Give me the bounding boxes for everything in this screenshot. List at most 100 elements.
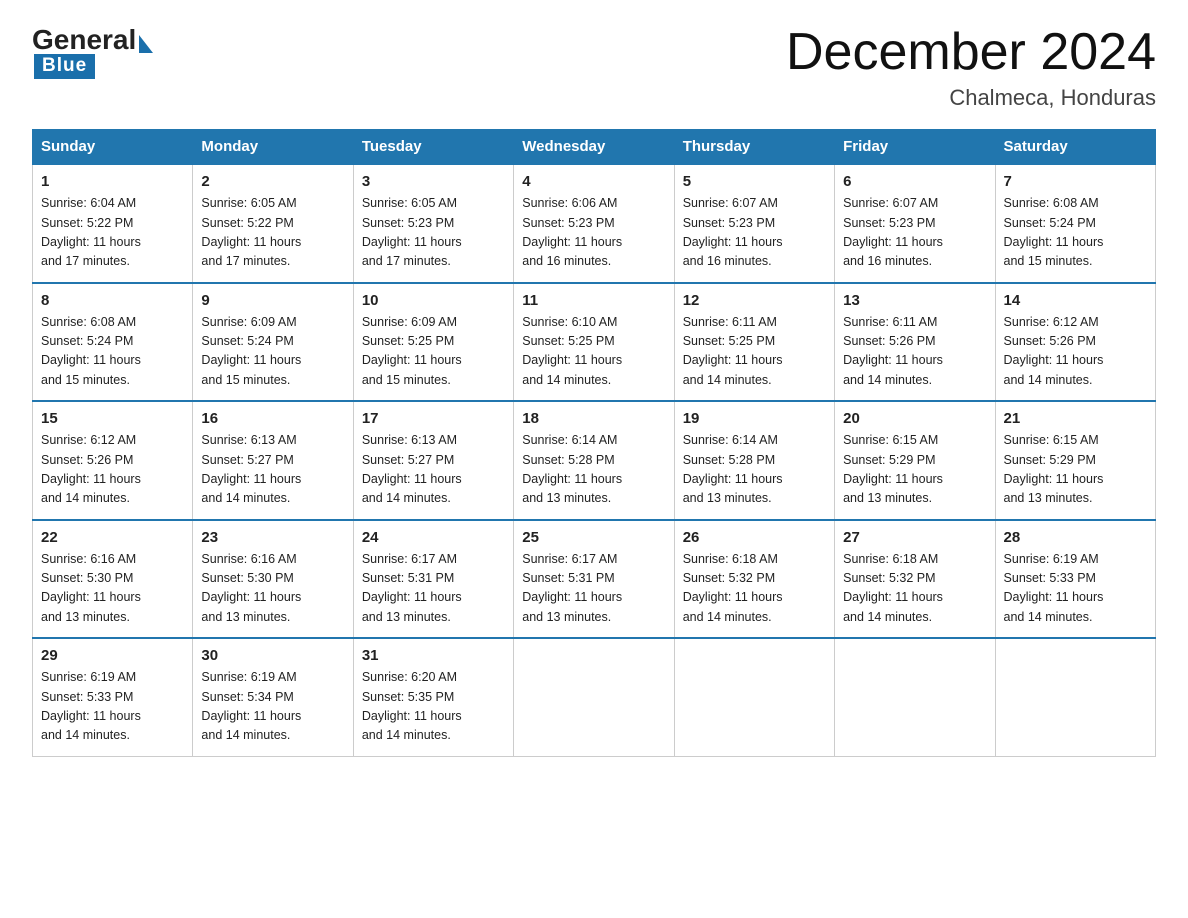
calendar-cell: 6 Sunrise: 6:07 AMSunset: 5:23 PMDaylight…	[835, 164, 995, 283]
calendar-header-row: SundayMondayTuesdayWednesdayThursdayFrid…	[33, 130, 1156, 165]
calendar-cell: 5 Sunrise: 6:07 AMSunset: 5:23 PMDaylight…	[674, 164, 834, 283]
day-number: 13	[843, 292, 986, 309]
day-info: Sunrise: 6:15 AMSunset: 5:29 PMDaylight:…	[1004, 431, 1147, 509]
day-info: Sunrise: 6:17 AMSunset: 5:31 PMDaylight:…	[362, 550, 505, 628]
day-number: 10	[362, 292, 505, 309]
calendar-cell: 10 Sunrise: 6:09 AMSunset: 5:25 PMDayligh…	[353, 283, 513, 402]
col-header-sunday: Sunday	[33, 130, 193, 165]
day-number: 14	[1004, 292, 1147, 309]
calendar-cell: 12 Sunrise: 6:11 AMSunset: 5:25 PMDayligh…	[674, 283, 834, 402]
day-info: Sunrise: 6:08 AMSunset: 5:24 PMDaylight:…	[41, 313, 184, 391]
calendar-cell: 11 Sunrise: 6:10 AMSunset: 5:25 PMDayligh…	[514, 283, 674, 402]
calendar-cell: 8Sunrise: 6:08 AMSunset: 5:24 PMDaylight…	[33, 283, 193, 402]
day-info: Sunrise: 6:16 AMSunset: 5:30 PMDaylight:…	[201, 550, 344, 628]
day-info: Sunrise: 6:14 AMSunset: 5:28 PMDaylight:…	[522, 431, 665, 509]
day-info: Sunrise: 6:05 AMSunset: 5:23 PMDaylight:…	[362, 194, 505, 272]
day-number: 20	[843, 410, 986, 427]
calendar-cell: 27 Sunrise: 6:18 AMSunset: 5:32 PMDayligh…	[835, 520, 995, 639]
day-number: 27	[843, 529, 986, 546]
title-block: December 2024 Chalmeca, Honduras	[786, 24, 1156, 111]
calendar-cell: 9 Sunrise: 6:09 AMSunset: 5:24 PMDaylight…	[193, 283, 353, 402]
day-info: Sunrise: 6:17 AMSunset: 5:31 PMDaylight:…	[522, 550, 665, 628]
day-info: Sunrise: 6:13 AMSunset: 5:27 PMDaylight:…	[201, 431, 344, 509]
day-info: Sunrise: 6:06 AMSunset: 5:23 PMDaylight:…	[522, 194, 665, 272]
day-info: Sunrise: 6:08 AMSunset: 5:24 PMDaylight:…	[1004, 194, 1147, 272]
day-number: 25	[522, 529, 665, 546]
calendar-cell: 19Sunrise: 6:14 AMSunset: 5:28 PMDayligh…	[674, 401, 834, 520]
calendar-cell: 30 Sunrise: 6:19 AMSunset: 5:34 PMDayligh…	[193, 638, 353, 756]
col-header-friday: Friday	[835, 130, 995, 165]
calendar-cell: 15 Sunrise: 6:12 AMSunset: 5:26 PMDayligh…	[33, 401, 193, 520]
calendar-cell: 25 Sunrise: 6:17 AMSunset: 5:31 PMDayligh…	[514, 520, 674, 639]
day-info: Sunrise: 6:07 AMSunset: 5:23 PMDaylight:…	[843, 194, 986, 272]
calendar-cell: 24 Sunrise: 6:17 AMSunset: 5:31 PMDayligh…	[353, 520, 513, 639]
day-info: Sunrise: 6:13 AMSunset: 5:27 PMDaylight:…	[362, 431, 505, 509]
day-number: 28	[1004, 529, 1147, 546]
calendar-cell: 14 Sunrise: 6:12 AMSunset: 5:26 PMDayligh…	[995, 283, 1155, 402]
day-info: Sunrise: 6:19 AMSunset: 5:33 PMDaylight:…	[1004, 550, 1147, 628]
calendar-cell: 21Sunrise: 6:15 AMSunset: 5:29 PMDayligh…	[995, 401, 1155, 520]
logo-general-text: General	[32, 24, 136, 56]
month-year-title: December 2024	[786, 24, 1156, 81]
day-number: 5	[683, 173, 826, 190]
calendar-week-row: 8Sunrise: 6:08 AMSunset: 5:24 PMDaylight…	[33, 283, 1156, 402]
day-info: Sunrise: 6:10 AMSunset: 5:25 PMDaylight:…	[522, 313, 665, 391]
calendar-cell: 7 Sunrise: 6:08 AMSunset: 5:24 PMDaylight…	[995, 164, 1155, 283]
day-number: 17	[362, 410, 505, 427]
col-header-wednesday: Wednesday	[514, 130, 674, 165]
day-number: 15	[41, 410, 184, 427]
day-info: Sunrise: 6:09 AMSunset: 5:24 PMDaylight:…	[201, 313, 344, 391]
day-number: 2	[201, 173, 344, 190]
calendar-cell: 18Sunrise: 6:14 AMSunset: 5:28 PMDayligh…	[514, 401, 674, 520]
calendar-cell: 16 Sunrise: 6:13 AMSunset: 5:27 PMDayligh…	[193, 401, 353, 520]
calendar-cell: 26Sunrise: 6:18 AMSunset: 5:32 PMDayligh…	[674, 520, 834, 639]
day-number: 30	[201, 647, 344, 664]
day-number: 7	[1004, 173, 1147, 190]
day-info: Sunrise: 6:12 AMSunset: 5:26 PMDaylight:…	[1004, 313, 1147, 391]
calendar-cell: 20 Sunrise: 6:15 AMSunset: 5:29 PMDayligh…	[835, 401, 995, 520]
day-number: 3	[362, 173, 505, 190]
day-info: Sunrise: 6:09 AMSunset: 5:25 PMDaylight:…	[362, 313, 505, 391]
day-info: Sunrise: 6:18 AMSunset: 5:32 PMDaylight:…	[843, 550, 986, 628]
day-info: Sunrise: 6:19 AMSunset: 5:33 PMDaylight:…	[41, 668, 184, 746]
day-number: 1	[41, 173, 184, 190]
calendar-cell	[674, 638, 834, 756]
day-number: 31	[362, 647, 505, 664]
col-header-monday: Monday	[193, 130, 353, 165]
logo: General Blue	[32, 24, 153, 79]
calendar-cell: 23Sunrise: 6:16 AMSunset: 5:30 PMDayligh…	[193, 520, 353, 639]
calendar-week-row: 1 Sunrise: 6:04 AMSunset: 5:22 PMDaylight…	[33, 164, 1156, 283]
day-number: 12	[683, 292, 826, 309]
col-header-thursday: Thursday	[674, 130, 834, 165]
day-number: 9	[201, 292, 344, 309]
calendar-cell: 13 Sunrise: 6:11 AMSunset: 5:26 PMDayligh…	[835, 283, 995, 402]
day-number: 24	[362, 529, 505, 546]
day-number: 22	[41, 529, 184, 546]
page-header: General Blue December 2024 Chalmeca, Hon…	[32, 24, 1156, 111]
day-info: Sunrise: 6:11 AMSunset: 5:26 PMDaylight:…	[843, 313, 986, 391]
day-info: Sunrise: 6:04 AMSunset: 5:22 PMDaylight:…	[41, 194, 184, 272]
calendar-week-row: 15 Sunrise: 6:12 AMSunset: 5:26 PMDayligh…	[33, 401, 1156, 520]
day-info: Sunrise: 6:18 AMSunset: 5:32 PMDaylight:…	[683, 550, 826, 628]
day-number: 11	[522, 292, 665, 309]
day-info: Sunrise: 6:07 AMSunset: 5:23 PMDaylight:…	[683, 194, 826, 272]
calendar-cell: 29Sunrise: 6:19 AMSunset: 5:33 PMDayligh…	[33, 638, 193, 756]
day-info: Sunrise: 6:12 AMSunset: 5:26 PMDaylight:…	[41, 431, 184, 509]
logo-arrow-icon	[139, 35, 153, 53]
col-header-tuesday: Tuesday	[353, 130, 513, 165]
day-info: Sunrise: 6:15 AMSunset: 5:29 PMDaylight:…	[843, 431, 986, 509]
day-info: Sunrise: 6:20 AMSunset: 5:35 PMDaylight:…	[362, 668, 505, 746]
day-info: Sunrise: 6:11 AMSunset: 5:25 PMDaylight:…	[683, 313, 826, 391]
day-info: Sunrise: 6:19 AMSunset: 5:34 PMDaylight:…	[201, 668, 344, 746]
calendar-cell: 28 Sunrise: 6:19 AMSunset: 5:33 PMDayligh…	[995, 520, 1155, 639]
day-info: Sunrise: 6:16 AMSunset: 5:30 PMDaylight:…	[41, 550, 184, 628]
day-number: 16	[201, 410, 344, 427]
calendar-cell: 1 Sunrise: 6:04 AMSunset: 5:22 PMDaylight…	[33, 164, 193, 283]
calendar-cell: 3 Sunrise: 6:05 AMSunset: 5:23 PMDaylight…	[353, 164, 513, 283]
calendar-cell: 2Sunrise: 6:05 AMSunset: 5:22 PMDaylight…	[193, 164, 353, 283]
day-number: 6	[843, 173, 986, 190]
day-number: 4	[522, 173, 665, 190]
day-info: Sunrise: 6:14 AMSunset: 5:28 PMDaylight:…	[683, 431, 826, 509]
calendar-cell: 31 Sunrise: 6:20 AMSunset: 5:35 PMDayligh…	[353, 638, 513, 756]
calendar-cell	[514, 638, 674, 756]
